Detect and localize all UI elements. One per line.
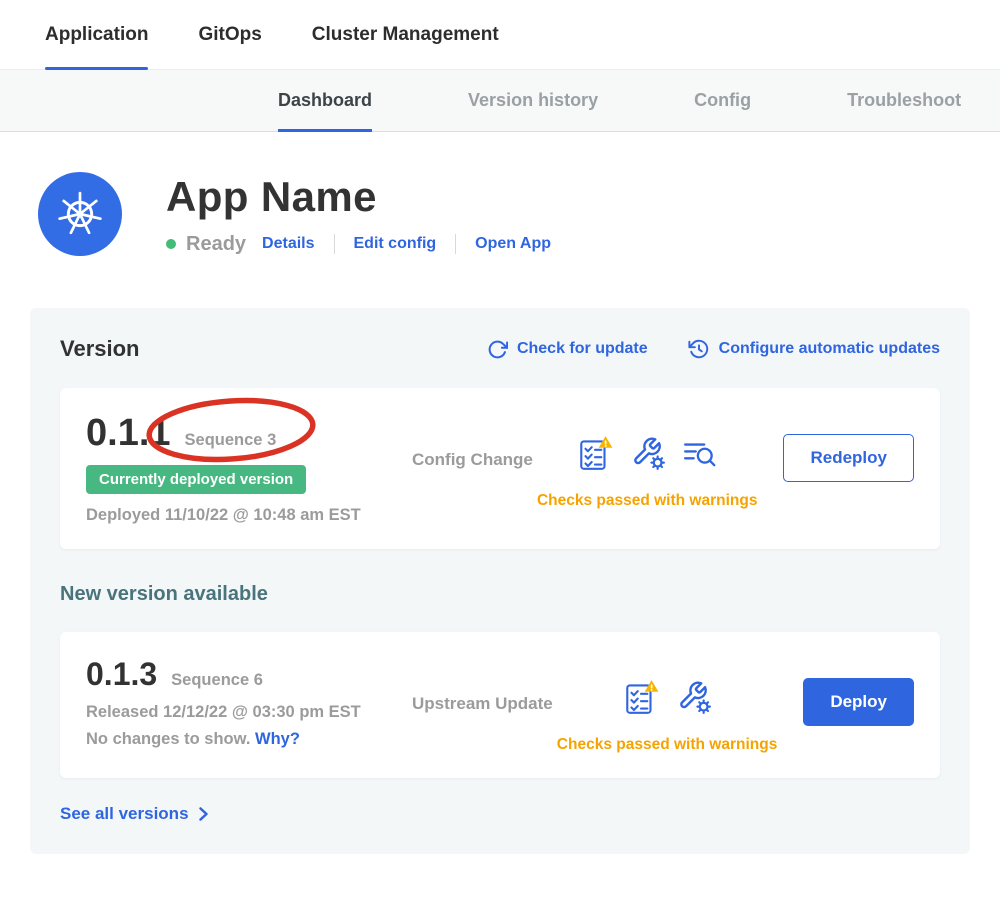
new-version-info: 0.1.3 Sequence 6 Released 12/12/22 @ 03:… xyxy=(86,656,402,749)
clock-refresh-icon xyxy=(688,338,710,360)
configure-auto-updates-label: Configure automatic updates xyxy=(719,340,940,358)
separator xyxy=(455,234,456,254)
status-dot-icon xyxy=(166,239,176,249)
primary-nav: Application GitOps Cluster Management xyxy=(0,0,1000,70)
tab-gitops[interactable]: GitOps xyxy=(198,0,261,69)
current-version-card: 0.1.1 Sequence 3 Currently deployed vers… xyxy=(60,388,940,549)
check-for-update-link[interactable]: Check for update xyxy=(487,338,648,360)
app-status-row: Ready Details Edit config Open App xyxy=(166,233,551,256)
tab-troubleshoot[interactable]: Troubleshoot xyxy=(847,70,961,131)
app-header: App Name Ready Details Edit config Open … xyxy=(0,132,1000,256)
current-version-sequence: Sequence 3 xyxy=(185,431,277,450)
check-for-update-label: Check for update xyxy=(517,340,648,358)
chevron-right-icon xyxy=(197,806,209,822)
current-version-number: 0.1.1 xyxy=(86,412,171,455)
tab-version-history[interactable]: Version history xyxy=(468,70,598,131)
new-checks-area: Checks passed with warnings xyxy=(557,678,778,754)
tab-cluster-management[interactable]: Cluster Management xyxy=(312,0,499,69)
app-header-text: App Name Ready Details Edit config Open … xyxy=(166,173,551,256)
see-all-versions-link[interactable]: See all versions xyxy=(60,804,209,824)
new-version-number: 0.1.3 xyxy=(86,656,157,693)
tab-dashboard[interactable]: Dashboard xyxy=(278,70,372,131)
separator xyxy=(334,234,335,254)
no-changes-row: No changes to show. Why? xyxy=(86,730,402,749)
current-checks-area: Checks passed with warnings xyxy=(537,434,758,510)
deployed-timestamp: Deployed 11/10/22 @ 10:48 am EST xyxy=(86,506,402,525)
app-title: App Name xyxy=(166,173,551,221)
preflight-checks-icon[interactable] xyxy=(576,434,614,472)
current-checks-icons xyxy=(576,434,718,472)
file-inspect-icon[interactable] xyxy=(682,435,718,471)
app-status: Ready xyxy=(186,233,246,256)
current-change-type-label: Config Change xyxy=(412,450,533,470)
panel-title: Version xyxy=(60,336,139,362)
redeploy-button[interactable]: Redeploy xyxy=(783,434,914,482)
preflight-checks-icon[interactable] xyxy=(622,678,660,716)
new-change-type-label: Upstream Update xyxy=(412,694,553,714)
panel-actions: Check for update Configure automatic upd… xyxy=(487,338,940,360)
version-panel-header: Version Check for update xyxy=(60,336,940,362)
new-version-card: 0.1.3 Sequence 6 Released 12/12/22 @ 03:… xyxy=(60,632,940,778)
app-secondary-nav: Dashboard Version history Config Trouble… xyxy=(0,70,1000,132)
current-checks-warning-text: Checks passed with warnings xyxy=(537,492,758,510)
current-version-row: 0.1.1 Sequence 3 xyxy=(86,412,402,455)
new-checks-icons xyxy=(622,678,712,716)
tab-application[interactable]: Application xyxy=(45,0,148,69)
released-timestamp: Released 12/12/22 @ 03:30 pm EST xyxy=(86,703,402,722)
refresh-icon xyxy=(487,339,508,360)
kubernetes-logo-icon xyxy=(38,172,122,256)
currently-deployed-badge: Currently deployed version xyxy=(86,465,306,494)
deploy-button[interactable]: Deploy xyxy=(803,678,914,726)
see-all-versions-label: See all versions xyxy=(60,804,189,824)
tab-config[interactable]: Config xyxy=(694,70,751,131)
new-checks-warning-text: Checks passed with warnings xyxy=(557,736,778,754)
new-version-sequence: Sequence 6 xyxy=(171,671,263,690)
open-app-link[interactable]: Open App xyxy=(475,235,551,253)
wrench-gear-icon[interactable] xyxy=(630,435,666,471)
why-link[interactable]: Why? xyxy=(255,730,300,748)
edit-config-link[interactable]: Edit config xyxy=(354,235,437,253)
new-version-heading: New version available xyxy=(60,583,940,606)
version-panel: Version Check for update xyxy=(30,308,970,854)
configure-auto-updates-link[interactable]: Configure automatic updates xyxy=(688,338,940,360)
wrench-gear-icon[interactable] xyxy=(676,679,712,715)
new-version-row: 0.1.3 Sequence 6 xyxy=(86,656,402,693)
no-changes-text: No changes to show. xyxy=(86,730,250,748)
details-link[interactable]: Details xyxy=(262,235,314,253)
current-version-info: 0.1.1 Sequence 3 Currently deployed vers… xyxy=(86,412,402,525)
